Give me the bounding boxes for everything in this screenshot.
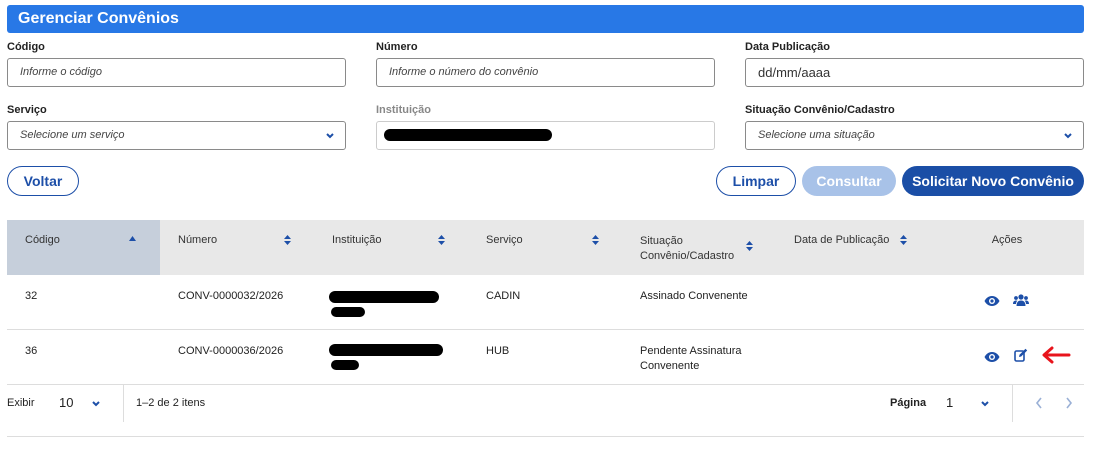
divider (1012, 385, 1013, 422)
column-header-acoes: Ações (930, 220, 1084, 275)
page-select[interactable]: 1 (940, 391, 1000, 415)
situacao-select-value: Selecione uma situação (758, 129, 875, 141)
cell-instituicao (327, 289, 447, 319)
servico-select[interactable]: Selecione um serviço (7, 121, 346, 150)
table-row: 32 CONV-0000032/2026 CADIN Assinado Conv… (7, 275, 1084, 330)
cell-codigo: 32 (25, 290, 38, 302)
chevron-down-icon (91, 391, 101, 423)
instituicao-label: Instituição (376, 104, 432, 116)
codigo-label: Código (7, 41, 45, 53)
cell-numero: CONV-0000032/2026 (178, 290, 284, 302)
view-icon[interactable] (984, 350, 1000, 368)
cell-situacao-line: Assinado Convenente (640, 290, 748, 302)
red-arrow-icon (1039, 346, 1071, 369)
cell-situacao-line: Pendente Assinatura (640, 345, 742, 357)
column-header-label: Ações (991, 234, 1023, 246)
cell-instituicao (327, 344, 447, 374)
exibir-label: Exibir (7, 397, 35, 409)
pagination-bar: Exibir 10 1–2 de 2 itens Página 1 (7, 385, 1084, 422)
instituicao-input (376, 121, 715, 150)
cell-servico: HUB (486, 345, 510, 357)
users-icon[interactable] (1013, 293, 1029, 312)
view-icon[interactable] (984, 294, 1000, 312)
consultar-button[interactable]: Consultar (802, 166, 896, 196)
chevron-down-icon (1063, 122, 1073, 149)
column-header-label: Data de Publicação (794, 234, 890, 246)
chevron-right-icon[interactable] (1065, 397, 1073, 412)
table-header: Código Número Instituição Serviço Situaç… (7, 220, 1084, 275)
situacao-select[interactable]: Selecione uma situação (745, 121, 1084, 150)
column-header-situacao[interactable]: Situação Convênio/Cadastro (622, 220, 776, 275)
chevron-down-icon (325, 122, 335, 149)
cell-codigo: 36 (25, 345, 38, 357)
cell-situacao: Assinado Convenente (640, 289, 748, 304)
situacao-label: Situação Convênio/Cadastro (745, 104, 895, 116)
numero-label: Número (376, 41, 418, 53)
column-header-label: Número (178, 234, 218, 246)
cell-servico: CADIN (486, 290, 521, 302)
column-header-label: Situação (640, 235, 683, 247)
redaction-bar (329, 344, 443, 356)
page-size-value: 10 (59, 395, 74, 410)
redaction-bar (384, 129, 552, 141)
column-header-label: Código (25, 234, 60, 246)
limpar-button[interactable]: Limpar (716, 166, 796, 196)
redaction-bar (331, 360, 359, 370)
column-header-numero[interactable]: Número (160, 220, 314, 275)
redaction-bar (329, 291, 439, 303)
column-header-codigo[interactable]: Código (7, 220, 160, 275)
pagina-label: Página (890, 397, 927, 409)
sort-icon[interactable] (899, 234, 908, 249)
column-header-servico[interactable]: Serviço (468, 220, 622, 275)
data-publicacao-input[interactable]: dd/mm/aaaa (745, 58, 1084, 87)
cell-situacao: Pendente Assinatura Convenente (640, 344, 742, 374)
servico-label: Serviço (7, 104, 47, 116)
page-title: Gerenciar Convênios (7, 5, 1084, 33)
page-value: 1 (946, 395, 954, 410)
cell-numero: CONV-0000036/2026 (178, 345, 284, 357)
column-header-label: Convênio/Cadastro (640, 250, 735, 262)
table-row: 36 CONV-0000036/2026 HUB Pendente Assina… (7, 330, 1084, 385)
cell-situacao-line: Convenente (640, 360, 700, 372)
sort-asc-icon[interactable] (128, 234, 137, 246)
sort-icon[interactable] (437, 234, 446, 249)
range-text: 1–2 de 2 itens (136, 397, 206, 409)
data-publicacao-label: Data Publicação (745, 41, 830, 53)
solicitar-novo-convenio-button[interactable]: Solicitar Novo Convênio (902, 166, 1084, 196)
page-size-select[interactable]: 10 (53, 391, 113, 415)
edit-icon[interactable] (1014, 348, 1028, 367)
sort-icon[interactable] (745, 240, 754, 257)
voltar-button[interactable]: Voltar (7, 166, 79, 196)
sort-icon[interactable] (283, 234, 292, 249)
sort-icon[interactable] (591, 234, 600, 249)
codigo-input[interactable]: Informe o código (7, 58, 346, 87)
chevron-left-icon[interactable] (1035, 397, 1043, 412)
divider (7, 436, 1084, 437)
chevron-down-icon (980, 391, 990, 423)
column-header-instituicao[interactable]: Instituição (314, 220, 468, 275)
column-header-label: Serviço (486, 234, 523, 246)
servico-select-value: Selecione um serviço (20, 129, 125, 141)
redaction-bar (331, 307, 365, 317)
column-header-label: Instituição (332, 234, 382, 246)
numero-input[interactable]: Informe o número do convênio (376, 58, 715, 87)
column-header-data-publicacao[interactable]: Data de Publicação (776, 220, 930, 275)
divider (123, 385, 124, 422)
